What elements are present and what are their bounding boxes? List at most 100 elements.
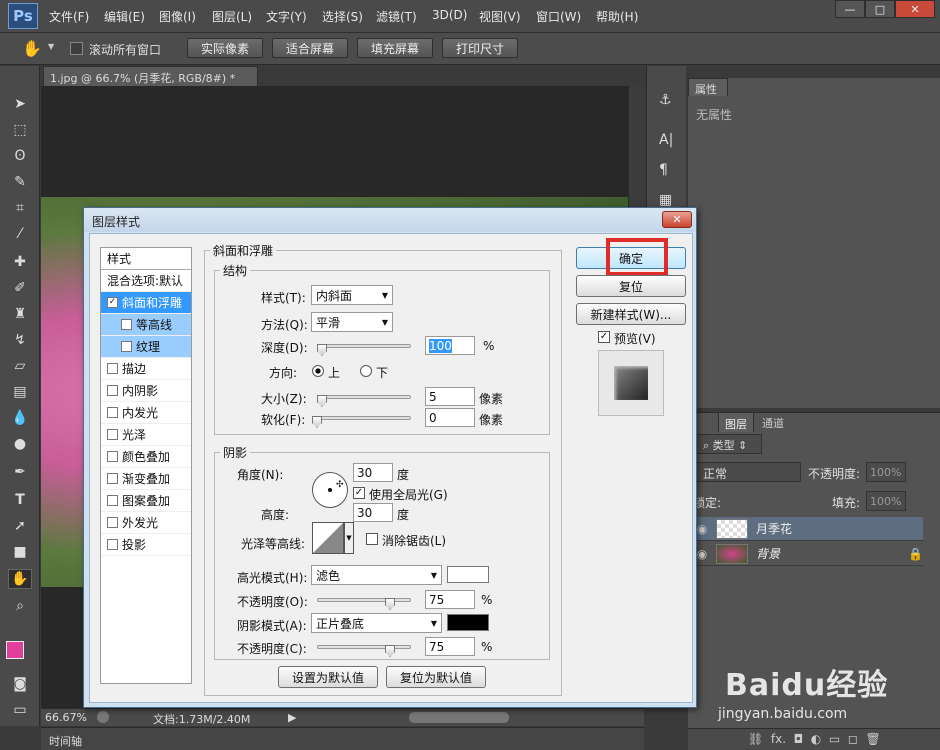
actual-pixels-button[interactable]: 实际像素	[187, 38, 263, 58]
size-input[interactable]: 5	[425, 387, 475, 406]
quick-select-tool-icon[interactable]: ✎	[8, 172, 32, 192]
style-item-texture[interactable]: 纹理	[101, 336, 191, 358]
soften-slider-track[interactable]	[317, 416, 411, 420]
status-info-icon[interactable]	[97, 711, 109, 723]
maximize-button[interactable]: □	[865, 0, 895, 18]
menu-view[interactable]: 视图(V)	[479, 8, 521, 25]
styles-header[interactable]: 样式	[101, 248, 191, 270]
menu-select[interactable]: 选择(S)	[322, 8, 363, 25]
blend-options-item[interactable]: 混合选项:默认	[101, 270, 191, 292]
fx-icon[interactable]: fx.	[771, 732, 786, 746]
marquee-tool-icon[interactable]: ⬚	[8, 120, 32, 140]
layer-kind-filter[interactable]: ⌕ 类型 ⇕	[696, 434, 762, 454]
angle-dial[interactable]: ✣	[312, 472, 348, 508]
menu-filter[interactable]: 滤镜(T)	[376, 8, 417, 25]
bevel-style-select[interactable]: 内斜面 ▼	[311, 285, 393, 305]
stamp-tool-icon[interactable]: ♜	[8, 304, 32, 324]
shadow-mode-select[interactable]: 正片叠底 ▼	[311, 613, 442, 633]
print-size-button[interactable]: 打印尺寸	[442, 38, 518, 58]
type-tool-icon[interactable]: T	[8, 490, 32, 510]
path-select-tool-icon[interactable]: ➚	[8, 516, 32, 536]
tool-presets-panel-icon[interactable]: ▦	[659, 192, 672, 208]
layer-row[interactable]: ◉ 背景 🔒	[688, 542, 923, 566]
style-item-outer-glow[interactable]: 外发光	[101, 512, 191, 534]
menu-edit[interactable]: 编辑(E)	[104, 8, 145, 25]
blur-tool-icon[interactable]: 💧	[8, 408, 32, 428]
menu-window[interactable]: 窗口(W)	[536, 8, 581, 25]
scroll-all-checkbox[interactable]	[70, 42, 83, 55]
shadow-opacity-track[interactable]	[317, 645, 411, 649]
layer-name[interactable]: 背景	[756, 545, 780, 562]
shadow-color-swatch[interactable]	[447, 614, 489, 631]
shadow-opacity-input[interactable]: 75	[425, 637, 475, 656]
style-item-color-overlay[interactable]: 颜色叠加	[101, 446, 191, 468]
layer-fill-input[interactable]: 100%	[866, 491, 906, 511]
set-default-button[interactable]: 设置为默认值	[278, 666, 378, 688]
fit-screen-button[interactable]: 适合屏幕	[272, 38, 348, 58]
depth-slider-track[interactable]	[317, 344, 411, 348]
bevel-checkbox[interactable]: ✓	[107, 297, 118, 308]
status-menu-arrow-icon[interactable]: ▶	[288, 711, 296, 724]
menu-image[interactable]: 图像(I)	[159, 8, 196, 25]
trash-icon[interactable]: 🗑	[866, 732, 881, 746]
texture-checkbox[interactable]	[121, 341, 132, 352]
close-app-button[interactable]: ✕	[895, 0, 935, 18]
preview-checkbox[interactable]: ✓	[598, 331, 610, 343]
pen-tool-icon[interactable]: ✒	[8, 462, 32, 482]
pattern-overlay-checkbox[interactable]	[107, 495, 118, 506]
color-overlay-checkbox[interactable]	[107, 451, 118, 462]
style-item-gradient-overlay[interactable]: 渐变叠加	[101, 468, 191, 490]
minimize-button[interactable]: —	[835, 0, 865, 18]
soften-input[interactable]: 0	[425, 408, 475, 427]
depth-input[interactable]: 100	[425, 336, 475, 355]
properties-tab[interactable]: 属性	[688, 78, 728, 96]
inner-glow-checkbox[interactable]	[107, 407, 118, 418]
gloss-contour-chevron-icon[interactable]: ▼	[344, 522, 354, 554]
highlight-color-swatch[interactable]	[447, 566, 489, 583]
eyedropper-tool-icon[interactable]: ⁄	[8, 224, 32, 244]
gradient-tool-icon[interactable]: ▤	[8, 382, 32, 402]
foreground-color-swatch[interactable]	[6, 641, 24, 659]
highlight-opacity-input[interactable]: 75	[425, 590, 475, 609]
zoom-level[interactable]: 66.67%	[45, 711, 87, 724]
eraser-tool-icon[interactable]: ▱	[8, 356, 32, 376]
hand-tool-icon[interactable]: ✋	[22, 39, 42, 58]
style-item-stroke[interactable]: 描边	[101, 358, 191, 380]
group-icon[interactable]: ▭	[829, 732, 840, 746]
tool-preset-chevron-icon[interactable]: ▼	[48, 42, 54, 51]
technique-select[interactable]: 平滑 ▼	[311, 312, 393, 332]
outer-glow-checkbox[interactable]	[107, 517, 118, 528]
reset-button[interactable]: 复位	[576, 275, 686, 297]
contour-checkbox[interactable]	[121, 319, 132, 330]
adjustment-icon[interactable]: ◐	[811, 732, 821, 746]
tab-layers[interactable]: 图层	[718, 412, 754, 432]
link-icon[interactable]: ⛓	[748, 732, 763, 746]
menu-file[interactable]: 文件(F)	[49, 8, 89, 25]
paragraph-panel-icon[interactable]: ¶	[659, 162, 668, 178]
global-light-checkbox[interactable]: ✓	[353, 487, 365, 499]
menu-help[interactable]: 帮助(H)	[596, 8, 638, 25]
highlight-opacity-track[interactable]	[317, 598, 411, 602]
gradient-overlay-checkbox[interactable]	[107, 473, 118, 484]
direction-up-radio[interactable]	[312, 365, 324, 377]
layer-row[interactable]: ◉ 月季花	[688, 517, 923, 541]
brush-tool-icon[interactable]: ✐	[8, 278, 32, 298]
blend-mode-select[interactable]: 正常	[696, 462, 801, 482]
menu-3d[interactable]: 3D(D)	[432, 8, 467, 22]
anti-alias-checkbox[interactable]	[366, 533, 378, 545]
reset-default-button[interactable]: 复位为默认值	[386, 666, 486, 688]
character-panel-icon[interactable]: A|	[659, 132, 673, 148]
move-tool-icon[interactable]: ➤	[8, 94, 32, 114]
history-brush-tool-icon[interactable]: ↯	[8, 330, 32, 350]
shape-tool-icon[interactable]: ■	[8, 542, 32, 562]
satin-checkbox[interactable]	[107, 429, 118, 440]
style-item-drop-shadow[interactable]: 投影	[101, 534, 191, 556]
zoom-tool-icon[interactable]: ⌕	[8, 596, 32, 616]
angle-input[interactable]: 30	[353, 463, 393, 482]
document-tab[interactable]: 1.jpg @ 66.7% (月季花, RGB/8#) * ×	[43, 66, 258, 99]
layer-name[interactable]: 月季花	[756, 520, 792, 537]
horizontal-scrollbar-thumb[interactable]	[409, 712, 509, 723]
style-item-inner-glow[interactable]: 内发光	[101, 402, 191, 424]
style-item-contour[interactable]: 等高线	[101, 314, 191, 336]
lasso-tool-icon[interactable]: ʘ	[8, 146, 32, 166]
